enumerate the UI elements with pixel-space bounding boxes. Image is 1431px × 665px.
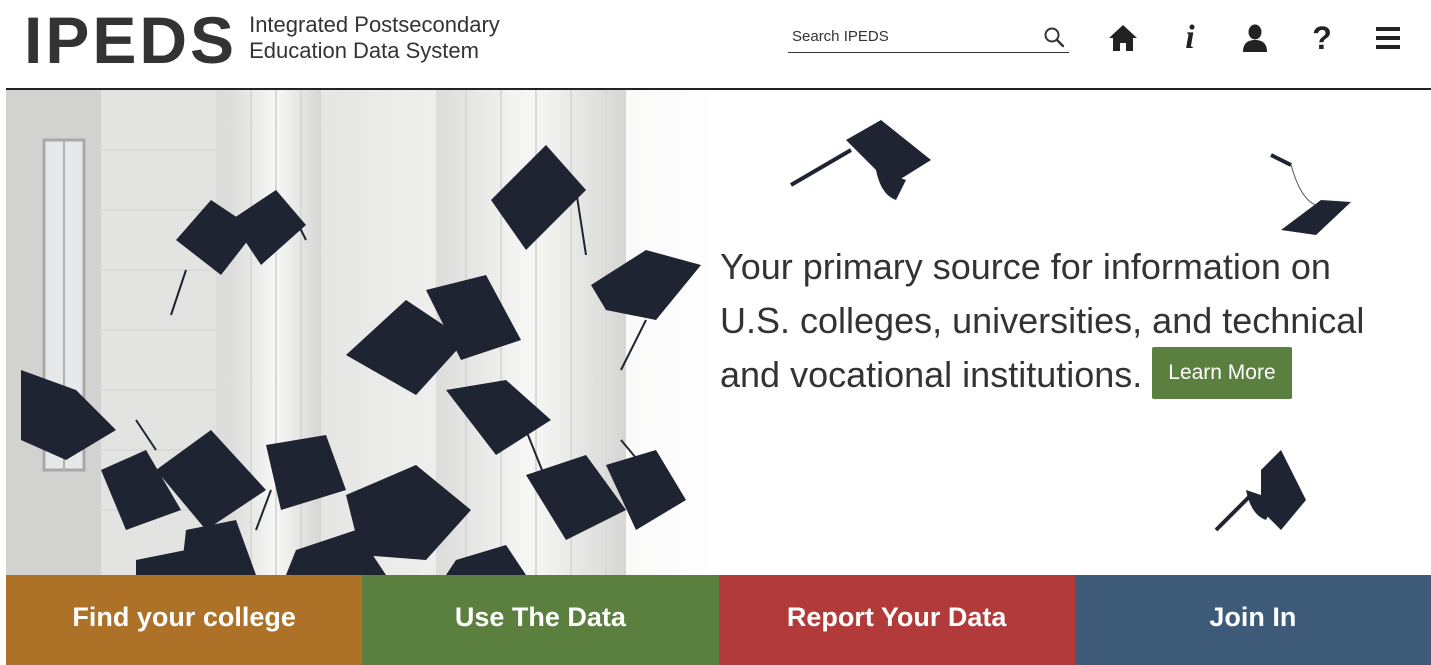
ipeds-logo[interactable]: IPEDS Integrated Postsecondary Education… (24, 4, 500, 84)
search-box (788, 22, 1069, 53)
tile-join-in[interactable]: Join In (1074, 575, 1431, 665)
search-icon[interactable] (1043, 26, 1065, 48)
tile-find-your-college[interactable]: Find your college (6, 575, 363, 665)
site-header: IPEDS Integrated Postsecondary Education… (0, 0, 1431, 88)
floating-cap-3 (1214, 450, 1306, 532)
home-icon[interactable] (1105, 20, 1141, 56)
logo-subtitle-line-1: Integrated Postsecondary (249, 12, 500, 37)
info-glyph: i (1185, 19, 1195, 56)
help-icon[interactable]: ? (1304, 20, 1340, 56)
tile-use-the-data[interactable]: Use The Data (362, 575, 719, 665)
hero-tagline-line-2: U.S. colleges, universities, and technic… (720, 300, 1365, 341)
floating-cap-1 (789, 120, 931, 200)
tile-report-your-data[interactable]: Report Your Data (718, 575, 1075, 665)
action-tiles: Find your college Use The Data Report Yo… (6, 575, 1431, 665)
hero-photo-graduation-caps (6, 90, 716, 575)
user-icon[interactable] (1237, 20, 1273, 56)
hero-tagline-line-1: Your primary source for information on (720, 246, 1331, 287)
search-input[interactable] (792, 24, 1032, 48)
info-icon[interactable]: i (1172, 20, 1208, 56)
help-glyph: ? (1312, 20, 1332, 56)
logo-mark: IPEDS (24, 3, 238, 77)
floating-cap-2 (1270, 153, 1351, 235)
learn-more-button[interactable]: Learn More (1152, 347, 1292, 400)
hero-tagline-line-3-row: and vocational institutions. Learn More (720, 347, 1410, 402)
menu-icon[interactable] (1370, 20, 1406, 56)
logo-subtitle-line-2: Education Data System (249, 38, 479, 63)
logo-subtitle: Integrated Postsecondary Education Data … (249, 12, 500, 64)
hero-tagline-line-3: and vocational institutions. (720, 354, 1143, 395)
hero-banner: Your primary source for information on U… (6, 90, 1431, 575)
hero-tagline: Your primary source for information on U… (720, 240, 1410, 402)
